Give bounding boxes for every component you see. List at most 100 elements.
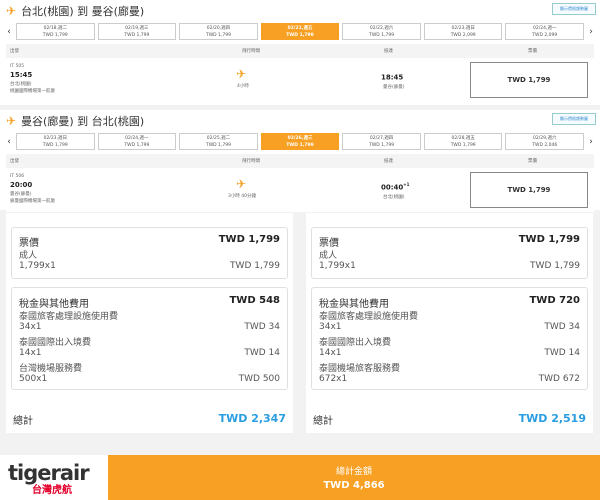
passenger-type: 成人 [19,251,38,261]
fare-price: TWD 1,799 [507,76,551,84]
tax-item-qty: 14x1 [319,348,342,358]
tax-item-qty: 672x1 [319,374,348,384]
arrival-time-value: 18:45 [381,73,404,82]
fare-total: TWD 1,799 [518,234,580,245]
tax-item-name: 泰國國際出入境費 [19,338,92,348]
chevron-right-icon[interactable]: › [587,27,595,37]
date-option[interactable]: 02/25,週二 TWD 1,799 [179,133,258,150]
departure-city: 台北(桃園) [10,82,32,87]
date-option[interactable]: 02/26,週三 TWD 1,799 [260,133,340,150]
date-option[interactable]: 02/23,週日 TWD 1,799 [16,133,95,150]
date-price: TWD 1,799 [42,33,68,38]
date-option[interactable]: 02/18,週二 TWD 1,799 [16,23,95,40]
date-option[interactable]: 02/27,週四 TWD 1,799 [342,133,421,150]
date-price: TWD 1,799 [369,33,395,38]
tax-item-name: 泰國國際出入境費 [319,338,392,348]
grand-total-bar: 總計金額 TWD 4,866 [108,455,600,500]
date-price: TWD 1,799 [286,143,314,148]
date-price: TWD 1,799 [205,33,231,38]
price-trend-label: 顯示價格趨勢圖 [560,116,588,121]
date-price: TWD 1,799 [369,143,395,148]
plane-icon: ✈ [236,177,247,191]
date-label: 02/18,週二 [43,26,67,31]
fare-select-button[interactable]: TWD 1,799 [470,62,588,98]
tax-item-qty: 500x1 [19,374,48,384]
route-title: 台北(桃園) 到 曼谷(廊曼) [21,5,145,18]
date-option[interactable]: 02/24,週一 TWD 1,799 [97,133,177,150]
fare-price: TWD 1,799 [507,186,551,194]
plane-icon: ✈ [6,114,17,128]
date-selector: ‹ 02/23,週日 TWD 1,799 02/24,週一 TWD 1,799 02/25… [5,133,595,150]
date-label: 02/23,週日 [43,136,67,141]
date-label: 02/26,週三 [287,136,313,141]
subtotal-label: 總計 [13,416,33,427]
chevron-right-icon[interactable]: › [587,137,595,147]
arrival-city: 台北(桃園) [383,195,405,200]
flight-number: IT 506 [10,174,25,179]
outbound-header: ✈ 台北(桃園) 到 曼谷(廊曼) [6,3,144,19]
flight-row[interactable]: IT 506 20:00 曼谷(廊曼) 廊曼國際機場第一航廈 ✈ 3小時 40分… [6,169,594,212]
col-fare: 票價 [528,159,537,164]
chevron-left-icon[interactable]: ‹ [5,137,13,147]
date-option[interactable]: 02/22,週六 TWD 1,799 [342,23,421,40]
subtotal-row: 總計 TWD 2,347 [13,412,286,427]
subtotal-label: 總計 [313,416,333,427]
date-option[interactable]: 02/24,週一 TWD 2,099 [505,23,585,40]
arrival-time-value: 00:40 [381,183,404,192]
tigerair-logo: tigerair 台灣虎航 [8,461,90,496]
date-price: TWD 2,046 [532,143,558,148]
fare-box: 票價 TWD 1,799 成人 1,799x1 TWD 1,799 [311,227,588,279]
departure-airport: 桃園國際機場第一航廈 [10,89,55,94]
outbound-section: ✈ 台北(桃園) 到 曼谷(廊曼) 顯示價格趨勢圖 ‹ 02/18,週二 TWD 1,… [0,0,600,105]
price-trend-button[interactable]: 顯示價格趨勢圖 [552,3,596,15]
arrival-time: 18:45 [381,72,403,81]
flight-duration: 4小時 [237,84,249,89]
date-option[interactable]: 02/29,週六 TWD 2,046 [505,133,585,150]
date-option[interactable]: 02/28,週五 TWD 1,799 [423,133,503,150]
flight-duration: 3小時 40分鐘 [228,194,257,199]
date-option[interactable]: 02/21,週五 TWD 1,799 [260,23,340,40]
fare-qty: 1,799x1 [319,261,356,271]
departure-city: 曼谷(廊曼) [10,192,32,197]
chevron-left-icon[interactable]: ‹ [5,27,13,37]
flight-table-header: 出發 飛行時間 抵達 票價 [6,44,594,58]
tax-label: 稅金與其他費用 [319,299,389,310]
inbound-section: ✈ 曼谷(廊曼) 到 台北(桃園) 顯示價格趨勢圖 ‹ 02/23,週日 TWD 1,… [0,110,600,212]
tax-item-amount: TWD 14 [244,348,280,358]
fare-total: TWD 1,799 [218,234,280,245]
col-departure: 出發 [10,49,19,54]
tax-box: 稅金與其他費用 TWD 720 泰國旅客處理設施使用費 34x1 TWD 34 泰國… [311,287,588,390]
col-fare: 票價 [528,49,537,54]
date-label: 02/23,週日 [451,26,475,31]
tax-item-name: 泰國旅客處理設施使用費 [319,312,419,322]
tax-item-qty: 34x1 [319,322,342,332]
tax-item-qty: 34x1 [19,322,42,332]
fare-label: 票價 [19,238,39,249]
date-label: 02/22,週六 [369,26,394,31]
date-label: 02/25,週二 [206,136,231,141]
fare-amount: TWD 1,799 [230,261,280,271]
tax-item-amount: TWD 14 [544,348,580,358]
arrival-city: 曼谷(廊曼) [383,85,405,90]
flight-table-header: 出發 飛行時間 抵達 票價 [6,154,594,168]
date-label: 02/20,週四 [206,26,231,31]
date-option[interactable]: 02/23,週日 TWD 2,099 [423,23,503,40]
departure-time: 20:00 [10,181,33,189]
fare-select-button[interactable]: TWD 1,799 [470,172,588,208]
col-arrival: 抵達 [384,49,393,54]
tax-item-name: 泰國機場旅客服務費 [319,364,401,374]
tax-item-qty: 14x1 [19,348,42,358]
flight-row[interactable]: IT 505 15:45 台北(桃園) 桃園國際機場第一航廈 ✈ 4小時 18:… [6,59,594,102]
date-option[interactable]: 02/19,週三 TWD 1,799 [97,23,177,40]
price-trend-button[interactable]: 顯示價格趨勢圖 [552,113,596,125]
date-price: TWD 1,799 [205,143,231,148]
route-title: 曼谷(廊曼) 到 台北(桃園) [21,115,145,128]
price-breakdown-card: 票價 TWD 1,799 成人 1,799x1 TWD 1,799 稅金與其他費用 T… [306,213,593,433]
fare-amount: TWD 1,799 [530,261,580,271]
date-option[interactable]: 02/20,週四 TWD 1,799 [179,23,258,40]
departure-airport: 廊曼國際機場第一航廈 [10,199,55,204]
subtotal-amount: TWD 2,519 [518,412,586,425]
date-selector: ‹ 02/18,週二 TWD 1,799 02/19,週三 TWD 1,799 02/20… [5,23,595,40]
date-price: TWD 1,799 [124,33,150,38]
tax-item-name: 台灣機場服務費 [19,364,83,374]
